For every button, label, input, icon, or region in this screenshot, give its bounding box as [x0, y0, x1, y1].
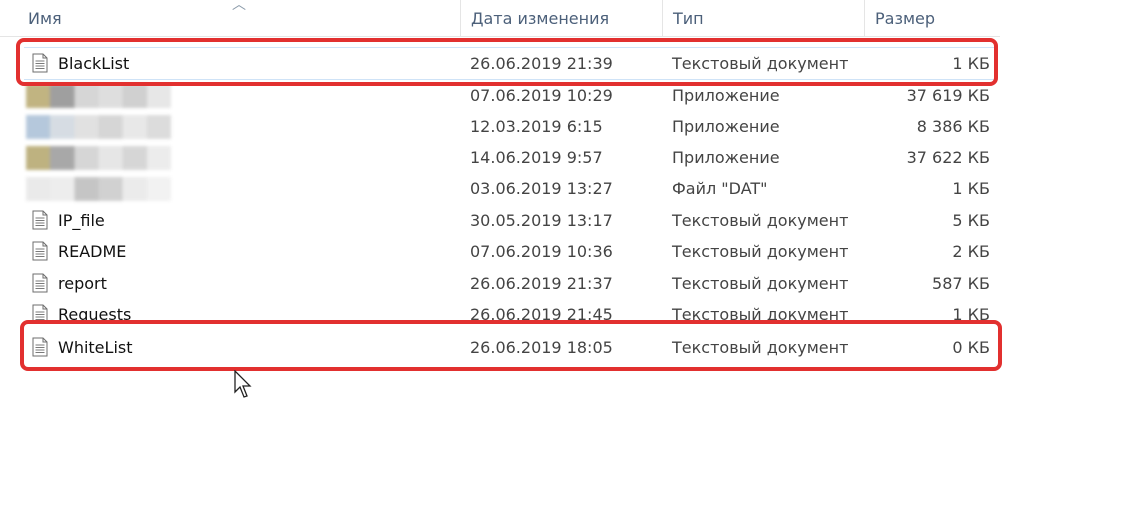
- text-file-icon: [32, 241, 48, 261]
- file-name: Requests: [58, 305, 132, 324]
- column-header-size-label: Размер: [875, 9, 936, 28]
- file-type: Текстовый документ: [672, 54, 849, 73]
- file-date: 30.05.2019 13:17: [470, 211, 613, 230]
- file-type: Текстовый документ: [672, 338, 849, 357]
- file-type: Текстовый документ: [672, 305, 849, 324]
- file-type: Текстовый документ: [672, 242, 849, 261]
- blurred-file-icon: [26, 177, 171, 201]
- file-name: IP_file: [58, 211, 105, 230]
- file-row[interactable]: Requests 26.06.2019 21:45 Текстовый докуме…: [22, 299, 998, 330]
- blurred-app-icon: [26, 115, 171, 139]
- file-type: Приложение: [672, 86, 780, 105]
- file-type: Приложение: [672, 148, 780, 167]
- column-header-date-label: Дата изменения: [471, 9, 610, 28]
- file-date: 03.06.2019 13:27: [470, 179, 613, 198]
- column-header-type-label: Тип: [673, 9, 704, 28]
- text-file-icon: [32, 304, 48, 324]
- file-date: 26.06.2019 18:05: [470, 338, 613, 357]
- file-row[interactable]: 14.06.2019 9:57 Приложение 37 622 КБ: [22, 142, 998, 173]
- mouse-cursor-icon: [234, 370, 252, 398]
- column-header-bar: Имя ︿ Дата изменения Тип Размер: [0, 0, 1000, 37]
- column-header-name-label: Имя: [28, 9, 62, 28]
- file-row[interactable]: BlackList 26.06.2019 21:39 Текстовый докум…: [22, 48, 998, 79]
- file-type: Текстовый документ: [672, 211, 849, 230]
- column-header-type[interactable]: Тип: [662, 0, 864, 36]
- blurred-app-icon: [26, 84, 171, 108]
- file-size: 37 622 КБ: [906, 148, 990, 167]
- column-header-size[interactable]: Размер: [864, 0, 1000, 36]
- text-file-icon: [32, 210, 48, 230]
- file-date: 14.06.2019 9:57: [470, 148, 603, 167]
- file-row[interactable]: WhiteList 26.06.2019 18:05 Текстовый докум…: [22, 332, 998, 363]
- text-file-icon: [32, 53, 48, 73]
- file-size: 5 КБ: [952, 211, 990, 230]
- file-date: 12.03.2019 6:15: [470, 117, 603, 136]
- sort-up-icon: ︿: [232, 0, 246, 13]
- file-row[interactable]: README 07.06.2019 10:36 Текстовый документ…: [22, 236, 998, 267]
- file-name: report: [58, 274, 107, 293]
- file-size: 2 КБ: [952, 242, 990, 261]
- file-date: 26.06.2019 21:37: [470, 274, 613, 293]
- file-date: 07.06.2019 10:29: [470, 86, 613, 105]
- file-name: BlackList: [58, 54, 130, 73]
- file-size: 587 КБ: [932, 274, 990, 293]
- file-row[interactable]: report 26.06.2019 21:37 Текстовый документ…: [22, 268, 998, 299]
- file-row[interactable]: IP_file 30.05.2019 13:17 Текстовый докумен…: [22, 205, 998, 236]
- file-row[interactable]: 07.06.2019 10:29 Приложение 37 619 КБ: [22, 80, 998, 111]
- file-size: 1 КБ: [952, 179, 990, 198]
- file-date: 26.06.2019 21:45: [470, 305, 613, 324]
- file-size: 1 КБ: [952, 54, 990, 73]
- file-type: Файл "DAT": [672, 179, 768, 198]
- file-type: Приложение: [672, 117, 780, 136]
- text-file-icon: [32, 273, 48, 293]
- file-size: 37 619 КБ: [906, 86, 990, 105]
- blurred-app-icon: [26, 146, 171, 170]
- file-type: Текстовый документ: [672, 274, 849, 293]
- file-name: README: [58, 242, 127, 261]
- file-size: 1 КБ: [952, 305, 990, 324]
- column-header-date[interactable]: Дата изменения: [460, 0, 662, 36]
- text-file-icon: [32, 337, 48, 357]
- file-date: 26.06.2019 21:39: [470, 54, 613, 73]
- file-name: WhiteList: [58, 338, 133, 357]
- file-size: 0 КБ: [952, 338, 990, 357]
- file-row[interactable]: 12.03.2019 6:15 Приложение 8 386 КБ: [22, 111, 998, 142]
- file-size: 8 386 КБ: [916, 117, 990, 136]
- file-row[interactable]: 03.06.2019 13:27 Файл "DAT" 1 КБ: [22, 173, 998, 204]
- file-date: 07.06.2019 10:36: [470, 242, 613, 261]
